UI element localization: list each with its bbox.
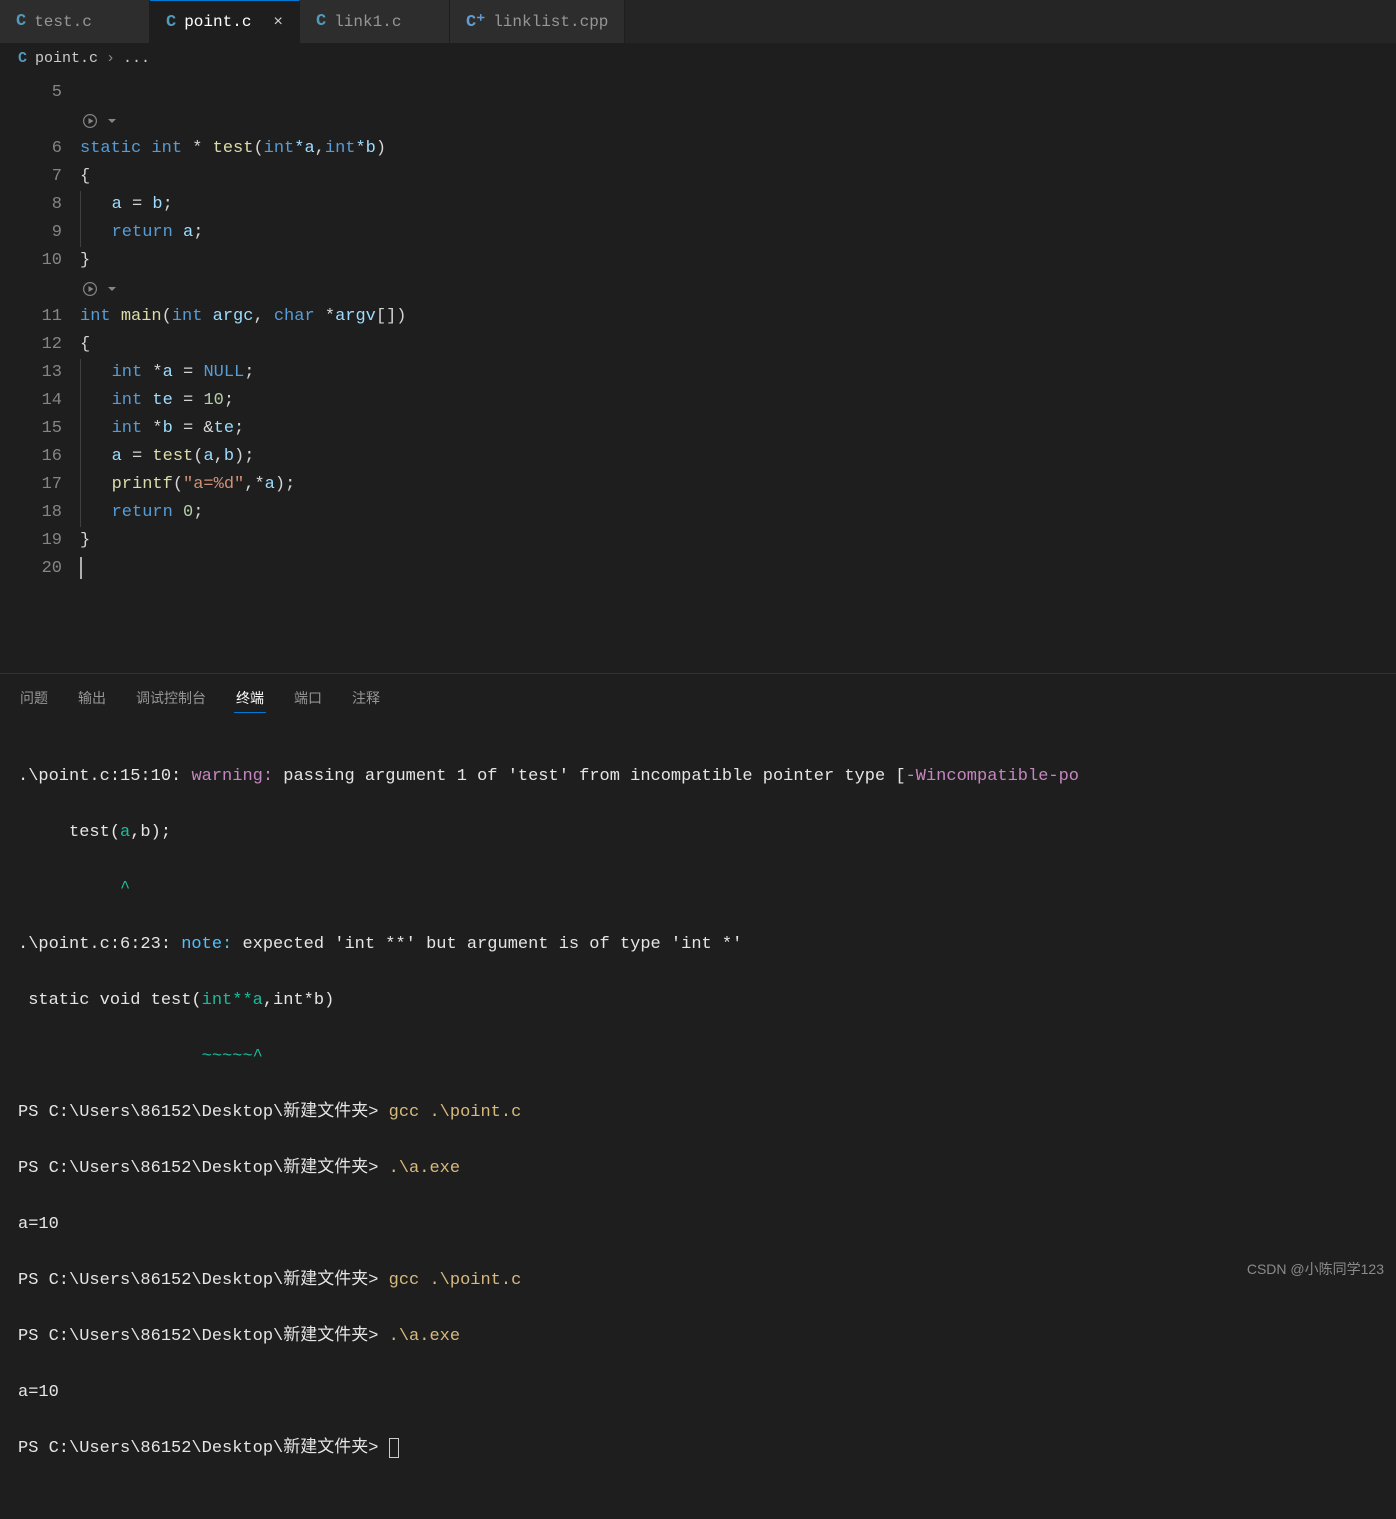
panel-tab-comments[interactable]: 注释 — [350, 684, 382, 713]
run-icon — [82, 281, 98, 297]
panel-tabs: 问题 输出 调试控制台 终端 端口 注释 — [18, 684, 1378, 721]
breadcrumb[interactable]: C point.c › ... — [0, 44, 1396, 73]
code-area[interactable]: static int * test(int*a,int*b) { a = b; … — [80, 79, 1396, 673]
tab-point-c[interactable]: C point.c × — [150, 0, 300, 43]
code-line-19: } — [80, 527, 1396, 555]
code-lens[interactable] — [80, 107, 1396, 135]
terminal-cursor — [389, 1438, 399, 1458]
bottom-panel: 问题 输出 调试控制台 终端 端口 注释 .\point.c:15:10: wa… — [0, 673, 1396, 1519]
code-line-8: a = b; — [80, 191, 1396, 219]
editor-cursor — [80, 557, 82, 579]
breadcrumb-rest: ... — [123, 50, 150, 67]
panel-tab-problems[interactable]: 问题 — [18, 684, 50, 713]
tab-label: linklist.cpp — [493, 13, 608, 31]
panel-tab-debug-console[interactable]: 调试控制台 — [134, 684, 208, 713]
code-line-9: return a; — [80, 219, 1396, 247]
code-line-7: { — [80, 163, 1396, 191]
code-line-11: int main(int argc, char *argv[]) — [80, 303, 1396, 331]
c-lang-icon: C — [166, 13, 176, 32]
line-gutter: 5 6 7 8 9 10 11 12 13 14 15 16 17 18 19 … — [0, 79, 80, 673]
code-line-17: printf("a=%d",*a); — [80, 471, 1396, 499]
tab-bar: C test.c C point.c × C link1.c C⁺ linkli… — [0, 0, 1396, 44]
c-lang-icon: C — [18, 50, 27, 67]
panel-tab-output[interactable]: 输出 — [76, 684, 108, 713]
code-line-13: int *a = NULL; — [80, 359, 1396, 387]
code-editor[interactable]: 5 6 7 8 9 10 11 12 13 14 15 16 17 18 19 … — [0, 73, 1396, 673]
run-icon — [82, 113, 98, 129]
code-line-12: { — [80, 331, 1396, 359]
terminal[interactable]: .\point.c:15:10: warning: passing argume… — [18, 721, 1378, 1519]
breadcrumb-file: point.c — [35, 50, 98, 67]
code-lens[interactable] — [80, 275, 1396, 303]
code-line-18: return 0; — [80, 499, 1396, 527]
cpp-lang-icon: C⁺ — [466, 11, 485, 32]
tab-link1-c[interactable]: C link1.c — [300, 0, 450, 43]
chevron-down-icon — [104, 113, 120, 129]
chevron-right-icon: › — [106, 50, 115, 67]
panel-tab-terminal[interactable]: 终端 — [234, 684, 266, 713]
panel-tab-ports[interactable]: 端口 — [292, 684, 324, 713]
close-icon[interactable]: × — [273, 13, 283, 31]
c-lang-icon: C — [16, 12, 26, 31]
code-line-6: static int * test(int*a,int*b) — [80, 135, 1396, 163]
tab-label: point.c — [184, 13, 251, 31]
tab-label: test.c — [34, 13, 92, 31]
code-line-16: a = test(a,b); — [80, 443, 1396, 471]
c-lang-icon: C — [316, 12, 326, 31]
code-line-10: } — [80, 247, 1396, 275]
code-line-15: int *b = &te; — [80, 415, 1396, 443]
code-line-20 — [80, 555, 1396, 583]
watermark: CSDN @小陈同学123 — [1247, 1259, 1384, 1279]
code-line-14: int te = 10; — [80, 387, 1396, 415]
tab-test-c[interactable]: C test.c — [0, 0, 150, 43]
tab-label: link1.c — [334, 13, 401, 31]
chevron-down-icon — [104, 281, 120, 297]
tab-linklist-cpp[interactable]: C⁺ linklist.cpp — [450, 0, 625, 43]
